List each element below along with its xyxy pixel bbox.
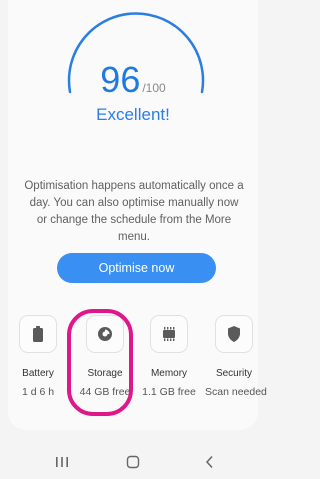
battery-icon [19,315,57,353]
battery-tile[interactable]: Battery 1 d 6 h [9,315,67,398]
score-max: /100 [142,81,166,95]
storage-value: 44 GB free [79,386,131,398]
battery-label: Battery [22,368,54,379]
memory-label: Memory [150,368,188,379]
optimise-now-button[interactable]: Optimise now [57,253,216,283]
recents-icon[interactable] [42,445,82,479]
storage-tile[interactable]: Storage 44 GB free [76,315,134,398]
memory-tile[interactable]: Memory 1.1 GB free [140,315,198,398]
optimisation-description: Optimisation happens automatically once … [24,180,244,243]
score-value: 96 [100,59,141,100]
storage-label: Storage [87,368,123,379]
score-status: Excellent! [96,105,170,124]
back-icon[interactable] [190,445,230,479]
battery-value: 1 d 6 h [21,386,55,398]
navigation-bar [0,445,266,479]
security-label: Security [215,368,253,379]
home-icon[interactable] [113,445,153,479]
security-value: Scan needed [205,386,267,398]
shield-icon [215,315,253,353]
device-care-screen: 96/100 Excellent! Optimisation happens a… [0,0,267,479]
memory-value: 1.1 GB free [142,386,196,398]
security-tile[interactable]: Security Scan needed [205,315,267,398]
score-display: 96/100 [0,59,266,101]
memory-chip-icon [150,315,188,353]
storage-pie-icon [86,315,124,353]
